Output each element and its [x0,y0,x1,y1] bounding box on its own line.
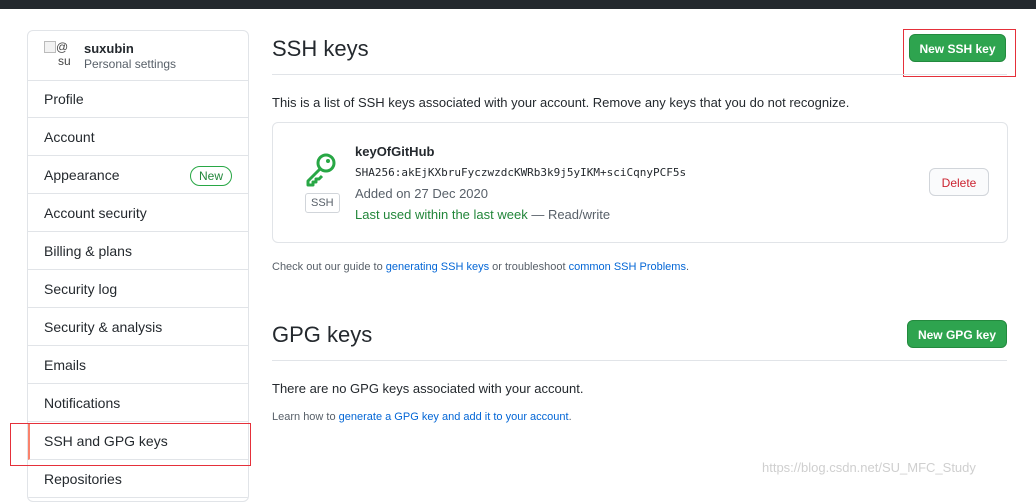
highlight-outline-new-ssh [903,29,1016,77]
avatar[interactable]: @ su [44,41,74,71]
no-gpg-keys-text: There are no GPG keys associated with yo… [272,381,584,396]
sidebar-item-label: Account security [44,205,147,221]
profile-header: @ su suxubin Personal settings [28,31,248,81]
gpg-keys-heading: GPG keys [272,322,373,347]
personal-settings-label: Personal settings [84,57,177,71]
key-added-date: Added on 27 Dec 2020 [355,186,488,201]
learn-prefix: Learn how to [272,411,339,423]
sidebar-item-label: Appearance [44,167,120,183]
sidebar-item-label: Billing & plans [44,243,132,259]
generating-ssh-keys-link[interactable]: generating SSH keys [386,261,489,273]
sidebar-item-label: Emails [44,357,87,373]
sidebar-item-label: Notifications [44,395,121,411]
sidebar-item-repositories[interactable]: Repositories [28,461,248,498]
sidebar-item-security-log[interactable]: Security log [28,271,248,308]
sidebar-item-billing[interactable]: Billing & plans [28,233,248,270]
sidebar-item-security-analysis[interactable]: Security & analysis [28,309,248,346]
sidebar-item-profile[interactable]: Profile [28,81,248,118]
sidebar-item-notifications[interactable]: Notifications [28,385,248,422]
key-title: keyOfGitHub [355,144,435,159]
generate-gpg-key-link[interactable]: generate a GPG key and add it to your ac… [339,411,569,423]
broken-image-icon [44,41,56,53]
sidebar-item-account-security[interactable]: Account security [28,195,248,232]
new-gpg-key-button[interactable]: New GPG key [907,320,1007,348]
sidebar-item-appearance[interactable]: Appearance New [28,157,248,194]
username[interactable]: suxubin [84,41,134,56]
guide-prefix: Check out our guide to [272,261,386,273]
ssh-label-badge: SSH [305,193,340,213]
avatar-alt-text-2: su [58,54,71,68]
key-fingerprint: SHA256:akEjKXbruFyczwzdcKWRb3k9j5yIKM+sc… [355,166,687,179]
common-ssh-problems-link[interactable]: common SSH Problems [569,261,686,273]
sidebar-item-label: Profile [44,91,84,107]
last-used-text: Last used within the last week [355,207,528,222]
ssh-intro-text: This is a list of SSH keys associated wi… [272,95,850,110]
sidebar-item-emails[interactable]: Emails [28,347,248,384]
ssh-keys-heading: SSH keys [272,36,369,61]
sidebar-item-account[interactable]: Account [28,119,248,156]
avatar-alt-text: @ [56,41,69,54]
gpg-learn-text: Learn how to generate a GPG key and add … [272,411,572,423]
key-last-used: Last used within the last week — Read/wr… [355,207,610,222]
guide-suffix: . [685,261,690,273]
divider [272,74,1007,75]
guide-middle: or troubleshoot [489,261,569,273]
sidebar-item-label: Security log [44,281,118,297]
ssh-guide-text: Check out our guide to generating SSH ke… [272,261,689,273]
top-header-bar [0,0,1036,9]
watermark: https://blog.csdn.net/SU_MFC_Study [762,460,976,475]
new-badge: New [189,166,232,186]
access-level: — Read/write [527,207,611,222]
sidebar-item-label: Account [44,129,95,145]
divider [272,360,1007,361]
sidebar-item-label: Security & analysis [44,319,163,335]
highlight-outline-sidebar [10,423,251,466]
sidebar-item-label: Repositories [44,471,122,487]
learn-suffix: . [568,411,572,423]
delete-key-button[interactable]: Delete [929,168,989,196]
key-icon [306,153,336,187]
ssh-key-item: SSH keyOfGitHub SHA256:akEjKXbruFyczwzdc… [272,122,1008,243]
